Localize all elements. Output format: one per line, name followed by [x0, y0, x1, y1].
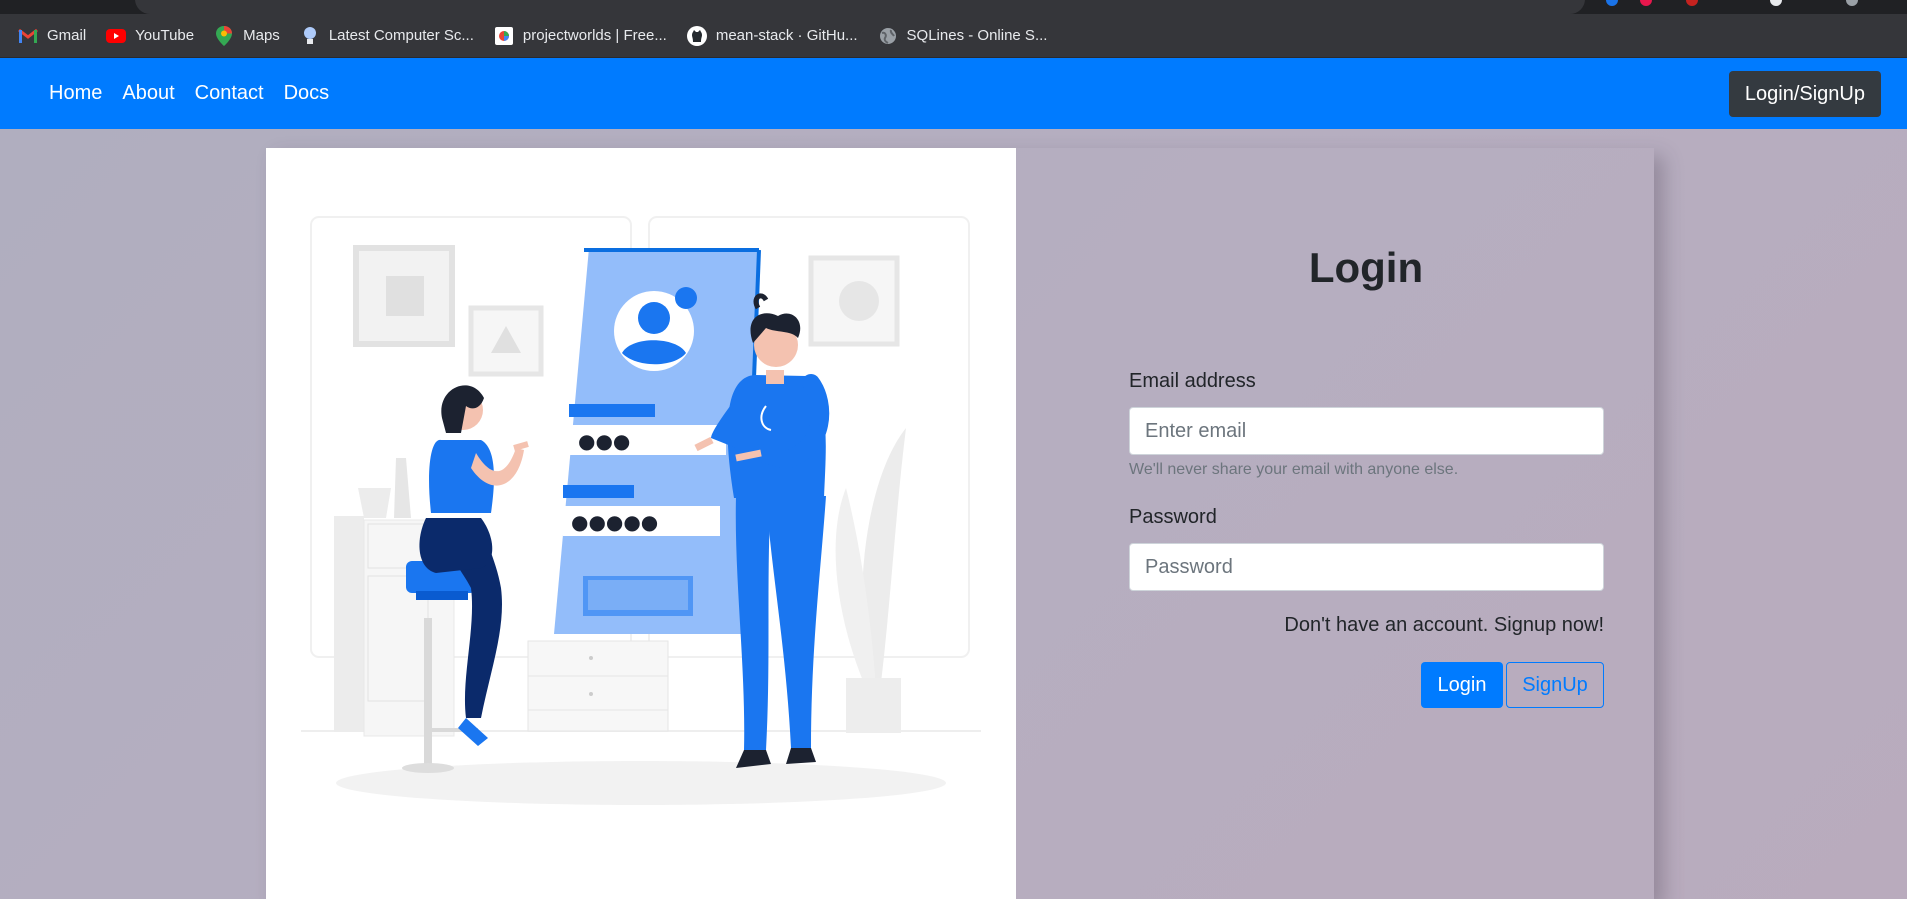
bookmark-label: YouTube: [135, 27, 195, 44]
maps-icon: [214, 25, 234, 46]
bookmark-label: SQLines - Online S...: [906, 27, 1048, 44]
youtube-icon: [106, 26, 127, 46]
bookmark-label: Maps: [243, 27, 280, 44]
address-bar[interactable]: [135, 0, 1585, 14]
globe-icon: [878, 26, 898, 46]
signup-button[interactable]: SignUp: [1506, 662, 1604, 708]
bookmark-sqlines[interactable]: SQLines - Online S...: [878, 26, 1048, 46]
nav-home[interactable]: Home: [49, 82, 102, 105]
bookmark-label: Latest Computer Sc...: [328, 27, 474, 44]
profile-icon[interactable]: [1606, 0, 1618, 6]
bookmark-label: mean-stack · GitHu...: [715, 27, 858, 44]
password-placeholder: Password: [1145, 555, 1233, 578]
browser-tab-strip: [0, 0, 1907, 14]
illustration-panel: ●●● ●●●●●: [266, 148, 1016, 901]
nav-about[interactable]: About: [122, 82, 174, 105]
login-title: Login: [1308, 244, 1424, 291]
email-field[interactable]: Enter email: [1129, 407, 1604, 455]
bookmark-gmail[interactable]: Gmail: [18, 26, 86, 46]
github-icon: [686, 25, 707, 46]
login-illustration: ●●● ●●●●●: [301, 216, 981, 805]
login-card: ●●● ●●●●● Login Email address Enter emai…: [266, 148, 1654, 901]
bookmark-youtube[interactable]: YouTube: [106, 26, 194, 46]
bookmark-mean-stack-github[interactable]: mean-stack · GitHu...: [686, 25, 858, 46]
bookmark-label: projectworlds | Free...: [522, 27, 667, 44]
bookmarks-bar: Gmail YouTube Maps Latest Computer Sc...…: [0, 14, 1907, 58]
nav-docs[interactable]: Docs: [284, 82, 330, 105]
gmail-icon: [18, 26, 38, 46]
password-dots: ●●●●●: [571, 510, 658, 534]
bulb-icon: [300, 26, 320, 46]
signup-prompt[interactable]: Don't have an account. Signup now!: [1129, 614, 1604, 637]
email-label: Email address: [1129, 370, 1256, 392]
email-placeholder: Enter email: [1145, 419, 1247, 442]
bookmark-maps[interactable]: Maps: [214, 25, 280, 46]
bookmark-latest-computer-science[interactable]: Latest Computer Sc...: [300, 26, 474, 46]
bookmark-label: Gmail: [47, 27, 87, 44]
login-form-panel: Login Email address Enter email We'll ne…: [1016, 148, 1654, 901]
avatar[interactable]: [1846, 0, 1858, 6]
password-label: Password: [1129, 506, 1217, 528]
extension-icon[interactable]: [1640, 0, 1652, 6]
nav-contact[interactable]: Contact: [195, 82, 264, 105]
email-help-text: We'll never share your email with anyone…: [1129, 461, 1459, 478]
site-navbar: Home About Contact Docs Login/SignUp: [0, 58, 1907, 129]
password-field[interactable]: Password: [1129, 543, 1604, 591]
login-button[interactable]: Login: [1421, 662, 1503, 708]
login-signup-button[interactable]: Login/SignUp: [1728, 71, 1881, 117]
password-dots: ●●●: [578, 429, 630, 453]
bookmark-projectworlds[interactable]: projectworlds | Free...: [494, 26, 667, 46]
projectworlds-icon: [494, 26, 514, 46]
extension-icon[interactable]: [1770, 0, 1782, 6]
extension-icon[interactable]: [1686, 0, 1698, 6]
